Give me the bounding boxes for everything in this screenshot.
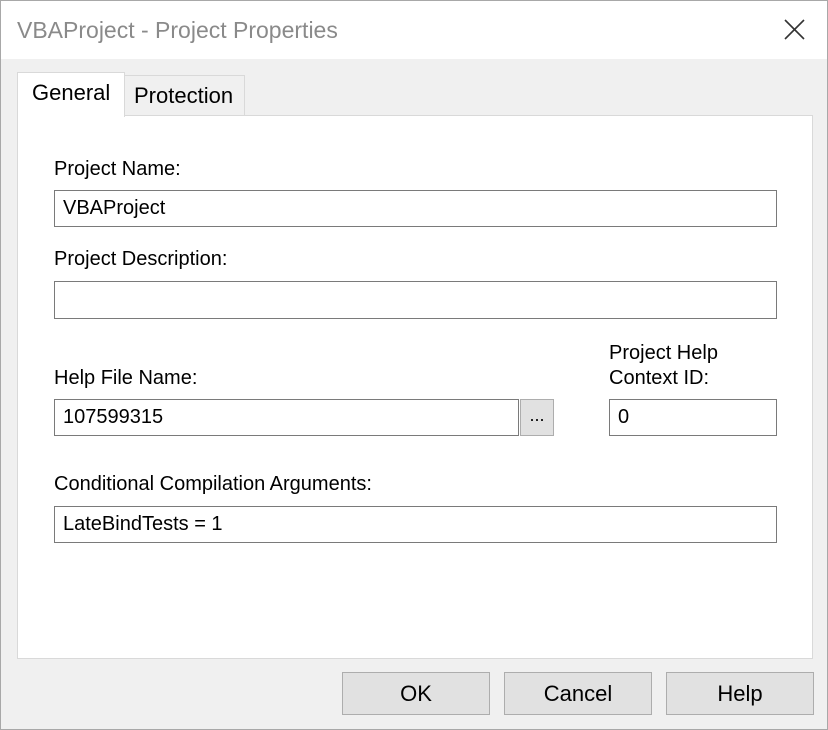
conditional-compilation-input[interactable]: LateBindTests = 1 — [54, 506, 777, 543]
window-title: VBAProject - Project Properties — [17, 17, 338, 43]
tab-general[interactable]: General — [17, 72, 125, 117]
conditional-compilation-label: Conditional Compilation Arguments: — [54, 473, 372, 495]
ok-button[interactable]: OK — [342, 672, 490, 715]
cancel-button[interactable]: Cancel — [504, 672, 652, 715]
browse-help-file-button[interactable]: ... — [520, 399, 554, 436]
tab-protection[interactable]: Protection — [124, 75, 245, 115]
project-description-label: Project Description: — [54, 248, 228, 270]
project-name-label: Project Name: — [54, 158, 181, 180]
project-description-input[interactable] — [54, 281, 777, 319]
help-file-name-label: Help File Name: — [54, 367, 198, 389]
help-context-label-line2: Context ID: — [609, 367, 710, 389]
help-context-id-input[interactable]: 0 — [609, 399, 777, 436]
help-button[interactable]: Help — [666, 672, 814, 715]
close-icon — [784, 19, 805, 40]
help-file-name-input[interactable]: 107599315 — [54, 399, 519, 436]
project-properties-dialog: VBAProject - Project Properties General … — [0, 0, 828, 730]
close-button[interactable] — [763, 1, 827, 59]
title-bar[interactable]: VBAProject - Project Properties — [1, 1, 827, 59]
help-context-label-line1: Project Help — [609, 342, 718, 364]
project-name-input[interactable]: VBAProject — [54, 190, 777, 227]
